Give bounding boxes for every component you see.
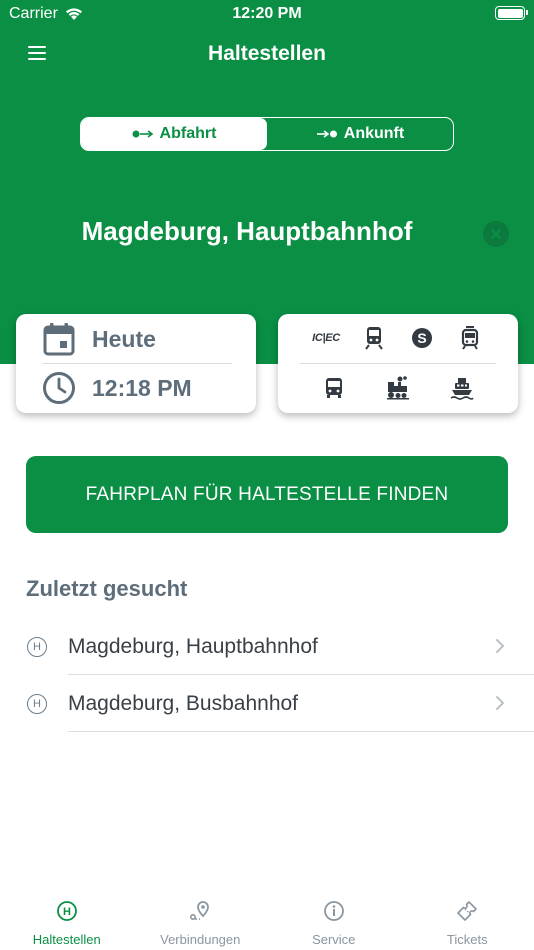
status-bar: Carrier 12:20 PM [0,0,534,28]
tab-label: Tickets [446,932,488,947]
departure-icon [132,130,153,138]
tab-label: Verbindungen [160,932,241,947]
recent-item-label: Magdeburg, Hauptbahnhof [68,635,318,658]
navigation-bar: Haltestellen [0,28,534,80]
stop-icon: H [56,901,77,921]
mode-s-bahn[interactable]: S [402,322,442,354]
mode-bus[interactable] [314,372,354,404]
tab-tickets[interactable]: Tickets [401,890,534,950]
arrival-segment[interactable]: Ankunft [267,118,453,150]
find-timetable-button[interactable]: FAHRPLAN FÜR HALTESTELLE FINDEN [26,456,508,533]
chevron-right-icon [496,639,505,653]
steam-train-icon [387,376,409,400]
tab-bar: H Haltestellen Verbindungen Service Tick… [0,890,534,950]
ic-ec-label: IC|EC [312,332,340,344]
clear-station-button[interactable] [483,221,509,247]
recent-heading: Zuletzt gesucht [26,576,188,601]
tab-verbindungen[interactable]: Verbindungen [134,890,268,950]
tram-icon [461,326,479,350]
s-bahn-icon: S [412,328,432,348]
stop-h-icon: H [27,694,47,714]
datetime-divider [42,363,232,364]
chevron-right-icon [496,696,505,710]
page-title: Haltestellen [208,42,326,65]
ticket-icon [457,901,478,921]
tab-label: Haltestellen [32,932,101,947]
date-label: Heute [92,325,156,352]
direction-segmented-control: Abfahrt Ankunft [80,117,454,151]
recent-item-label: Magdeburg, Busbahnhof [68,692,299,715]
route-icon [190,901,210,921]
tab-label: Service [312,932,356,947]
recent-item[interactable]: H Magdeburg, Busbahnhof [0,676,534,732]
departure-label: Abfahrt [159,125,217,142]
row-separator [68,674,534,675]
station-name[interactable]: Magdeburg, Hauptbahnhof [0,216,494,247]
date-selector[interactable]: Heute [42,322,156,356]
recent-item[interactable]: H Magdeburg, Hauptbahnhof [0,619,534,675]
regional-train-icon [365,327,383,350]
tab-service[interactable]: Service [267,890,401,950]
datetime-card: Heute 12:18 PM [16,314,256,413]
mode-tram[interactable] [450,322,490,354]
time-label: 12:18 PM [92,374,192,401]
row-separator [68,731,534,732]
calendar-icon [43,323,75,356]
mode-regional-train[interactable] [354,322,394,354]
departure-segment[interactable]: Abfahrt [81,118,267,150]
info-icon [323,901,344,921]
close-icon [491,229,501,239]
arrival-label: Ankunft [343,125,405,142]
svg-text:H: H [63,906,71,918]
tab-haltestellen[interactable]: H Haltestellen [0,890,134,950]
transport-modes-card: IC|EC S [278,314,518,413]
bus-icon [326,378,342,398]
modes-divider [300,363,496,364]
mode-steam-train[interactable] [378,372,418,404]
clock-icon [43,372,75,404]
mode-ic-ec[interactable]: IC|EC [306,322,346,354]
status-time: 12:20 PM [232,5,302,22]
time-selector[interactable]: 12:18 PM [42,371,192,405]
arrival-icon [316,130,337,138]
svg-text:S: S [417,330,426,346]
ferry-icon [450,378,474,400]
mode-ferry[interactable] [442,372,482,404]
stop-h-icon: H [27,637,47,657]
battery-icon [495,6,528,20]
